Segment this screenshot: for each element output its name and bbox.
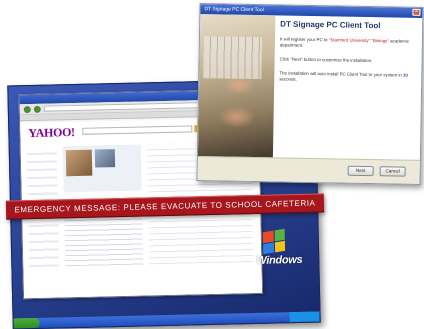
registration-text: It will register your PC to "Stamford Un… <box>280 36 418 50</box>
yahoo-search-input[interactable] <box>82 125 193 135</box>
countdown-seconds: 10 <box>402 72 408 78</box>
yahoo-logo: YAHOO! <box>28 125 75 141</box>
windows-flag-icon <box>262 228 286 255</box>
dialog-footer: Next Cancel <box>197 156 420 184</box>
cancel-button[interactable]: Cancel <box>379 166 406 177</box>
start-button[interactable] <box>13 317 40 329</box>
auto-install-text: The installation will auto install PC Cl… <box>279 70 417 84</box>
system-tray <box>289 311 320 323</box>
close-icon[interactable]: × <box>412 8 421 16</box>
auto-install-prefix: The installation will auto install PC Cl… <box>279 70 404 78</box>
featured-thumbnail <box>94 149 116 168</box>
yahoo-featured-story <box>62 144 142 193</box>
emergency-message-text: EMERGENCY MESSAGE: PLEASE EVACUATE TO SC… <box>14 198 316 215</box>
dialog-window-title: DT Signage PC Client Tool <box>204 6 264 14</box>
windows-logo-text: Windows <box>256 253 303 267</box>
department-highlight: "Stamford University" "Biology" <box>328 37 389 44</box>
next-button[interactable]: Next <box>347 165 374 177</box>
dialog-heading: DT Signage PC Client Tool <box>280 19 381 31</box>
featured-photo <box>65 149 93 177</box>
next-instruction-text: Click "Next" button to customize the ins… <box>279 56 373 64</box>
installer-dialog: DT Signage PC Client Tool × DT Signage P… <box>196 3 424 185</box>
keyboard-hands-photo <box>197 14 276 160</box>
registration-text-prefix: It will register your PC to <box>279 36 329 43</box>
forward-icon[interactable] <box>33 105 41 113</box>
dialog-content: DT Signage PC Client Tool It will regist… <box>278 15 418 159</box>
back-icon[interactable] <box>23 105 31 113</box>
auto-install-suffix: seconds. <box>279 76 297 82</box>
keyboard-keys <box>203 36 262 80</box>
